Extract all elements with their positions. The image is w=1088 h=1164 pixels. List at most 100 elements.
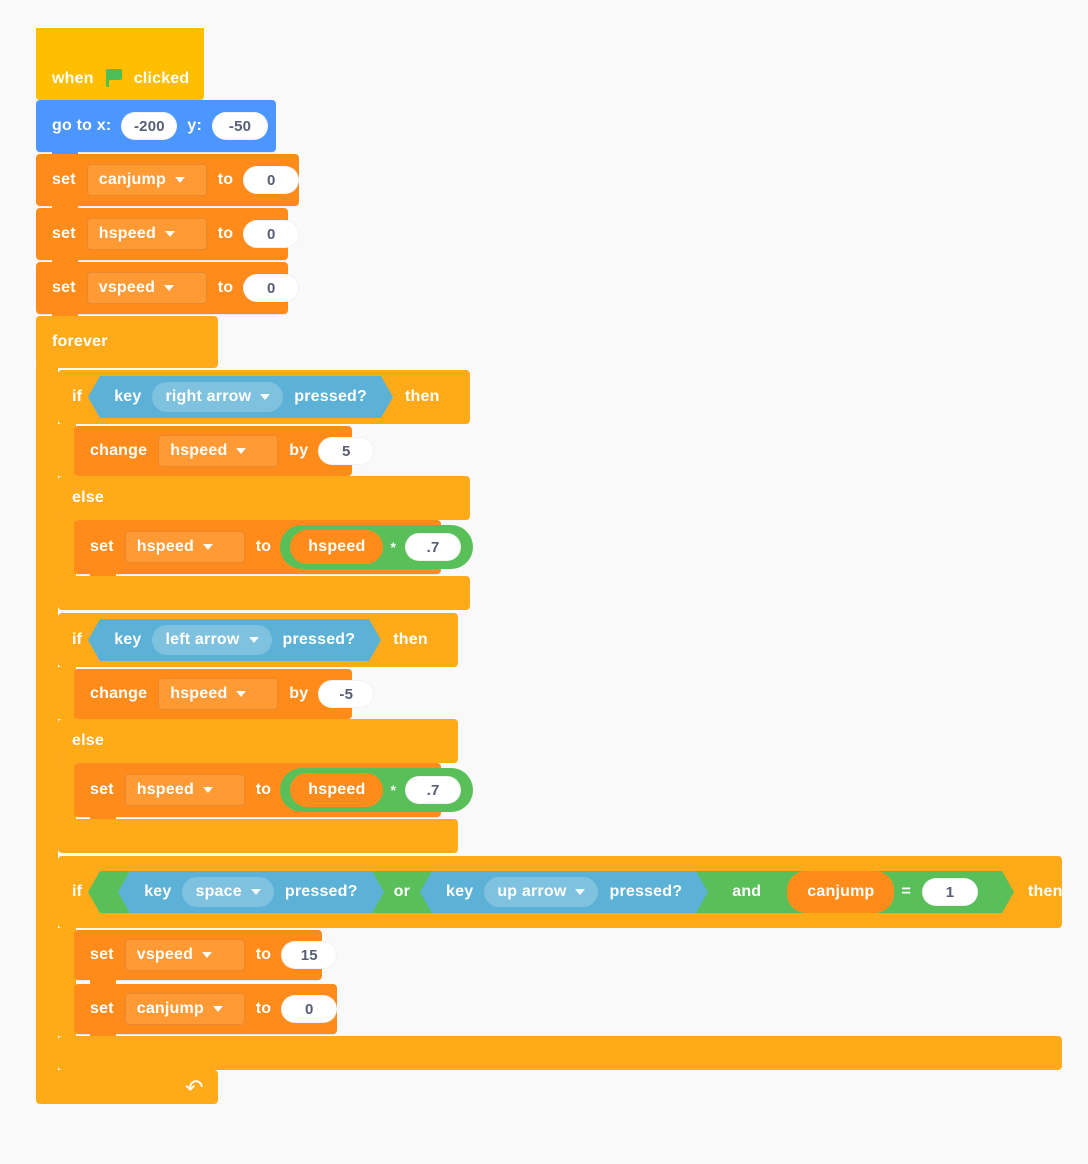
block-if-left-else-header[interactable] <box>58 719 458 763</box>
multiply-right-input[interactable]: .7 <box>405 776 462 804</box>
set-vspeed-value-input[interactable]: 0 <box>243 274 300 302</box>
block-set-vspeed-15[interactable]: set vspeed to 15 <box>74 930 338 988</box>
go-to-y-input[interactable]: -50 <box>212 112 269 140</box>
block-set-canjump-init[interactable]: set canjump to 0 <box>36 154 300 214</box>
else-label: else <box>72 489 104 506</box>
go-to-x-input[interactable]: -200 <box>121 112 178 140</box>
else-right-label-row: else <box>58 476 110 520</box>
variable-dropdown-hspeed[interactable]: hspeed <box>86 218 207 250</box>
scratch-script-canvas: when clicked go to x: -200 y: -50 set ca… <box>0 0 1088 1164</box>
block-set-canjump-0[interactable]: set canjump to 0 <box>74 984 338 1042</box>
to-label: to <box>255 781 272 798</box>
if-label: if <box>72 631 83 648</box>
else-label: else <box>72 732 104 749</box>
set-label: set <box>90 1000 114 1017</box>
variable-name: hspeed <box>136 538 194 555</box>
or-label: or <box>393 883 411 900</box>
chevron-down-icon <box>236 691 247 697</box>
block-go-to-xy[interactable]: go to x: -200 y: -50 <box>36 100 276 160</box>
set-vspeed-value-input[interactable]: 15 <box>281 941 338 969</box>
block-if-right-else-header[interactable] <box>58 476 470 520</box>
variable-reporter-hspeed[interactable]: hspeed <box>288 771 386 809</box>
set-canjump-value-input[interactable]: 0 <box>243 166 300 194</box>
equals-sign: = <box>901 883 912 900</box>
forever-label-row: forever <box>36 316 218 368</box>
set-label: set <box>52 171 76 188</box>
block-key-space-pressed[interactable]: key space pressed? <box>118 871 383 913</box>
then-label: then <box>405 388 440 405</box>
pressed-label: pressed? <box>609 883 683 900</box>
block-or-operator[interactable]: key space pressed? or key up arrow press… <box>104 871 722 913</box>
block-multiply-operator[interactable]: hspeed * .7 <box>280 768 474 812</box>
variable-name: vspeed <box>98 279 156 296</box>
set-label: set <box>90 538 114 555</box>
to-label: to <box>217 225 234 242</box>
variable-name: hspeed <box>170 685 228 702</box>
variable-name: vspeed <box>136 946 194 963</box>
block-equals-operator[interactable]: canjump = 1 <box>771 871 998 913</box>
variable-dropdown-hspeed[interactable]: hspeed <box>124 774 245 806</box>
variable-dropdown-hspeed[interactable]: hspeed <box>158 435 279 467</box>
set-hspeed-value-input[interactable]: 0 <box>243 220 300 248</box>
chevron-down-icon <box>212 1006 223 1012</box>
block-set-hspeed-init[interactable]: set hspeed to 0 <box>36 208 300 268</box>
block-set-vspeed-init[interactable]: set vspeed to 0 <box>36 262 300 322</box>
block-if-right-footer <box>58 576 470 610</box>
key-option-dropdown[interactable]: right arrow <box>152 382 284 412</box>
variable-name: hspeed <box>136 781 194 798</box>
chevron-down-icon <box>248 637 259 643</box>
block-when-flag-clicked[interactable]: when clicked <box>36 28 204 100</box>
block-if-left-footer <box>58 819 458 853</box>
key-option-dropdown[interactable]: space <box>182 877 274 907</box>
variable-reporter-hspeed[interactable]: hspeed <box>288 528 386 566</box>
equals-right-input[interactable]: 1 <box>922 878 979 906</box>
key-option-dropdown[interactable]: up arrow <box>484 877 599 907</box>
key-option-value: right arrow <box>165 388 252 405</box>
block-change-hspeed-by-5[interactable]: change hspeed by 5 <box>74 426 375 484</box>
variable-dropdown-hspeed[interactable]: hspeed <box>124 531 245 563</box>
variable-dropdown-vspeed[interactable]: vspeed <box>124 939 245 971</box>
multiply-right-input[interactable]: .7 <box>405 533 462 561</box>
when-label: when <box>52 70 94 87</box>
variable-dropdown-canjump[interactable]: canjump <box>86 164 207 196</box>
change-hspeed-value-input[interactable]: -5 <box>318 680 375 708</box>
variable-name: canjump <box>136 1000 204 1017</box>
if-right-condition-row: if key right arrow pressed? then <box>58 370 446 424</box>
block-key-up-arrow-pressed[interactable]: key up arrow pressed? <box>420 871 708 913</box>
variable-reporter-canjump[interactable]: canjump <box>787 871 895 913</box>
if-label: if <box>72 883 83 900</box>
and-label: and <box>732 883 762 900</box>
else-left-label-row: else <box>58 719 110 763</box>
key-option-dropdown[interactable]: left arrow <box>152 625 272 655</box>
set-canjump-value-input[interactable]: 0 <box>281 995 338 1023</box>
change-hspeed-value-input[interactable]: 5 <box>318 437 375 465</box>
forever-label: forever <box>52 333 108 350</box>
block-change-hspeed-by-minus5[interactable]: change hspeed by -5 <box>74 669 375 727</box>
key-option-value: left arrow <box>165 631 240 648</box>
loop-arrow-icon: ↷ <box>185 1075 204 1100</box>
block-multiply-operator[interactable]: hspeed * .7 <box>280 525 474 569</box>
variable-dropdown-hspeed[interactable]: hspeed <box>158 678 279 710</box>
chevron-down-icon <box>202 787 213 793</box>
block-and-operator[interactable]: key space pressed? or key up arrow press… <box>88 871 1014 913</box>
key-label: key <box>114 631 142 648</box>
chevron-down-icon <box>250 889 261 895</box>
set-label: set <box>52 225 76 242</box>
to-label: to <box>255 538 272 555</box>
variable-dropdown-vspeed[interactable]: vspeed <box>86 272 207 304</box>
block-if-jump-footer <box>58 1036 1062 1070</box>
set-label: set <box>52 279 76 296</box>
chevron-down-icon <box>260 394 271 400</box>
variable-dropdown-canjump[interactable]: canjump <box>124 993 245 1025</box>
block-set-hspeed-decay-left[interactable]: set hspeed to hspeed * .7 <box>74 763 474 825</box>
block-set-hspeed-decay-right[interactable]: set hspeed to hspeed * .7 <box>74 520 474 582</box>
variable-name: hspeed <box>98 225 156 242</box>
to-label: to <box>217 279 234 296</box>
key-label: key <box>144 883 172 900</box>
pressed-label: pressed? <box>282 631 356 648</box>
block-key-left-arrow-pressed[interactable]: key left arrow pressed? <box>88 619 381 661</box>
change-label: change <box>90 442 148 459</box>
block-key-right-arrow-pressed[interactable]: key right arrow pressed? <box>88 376 393 418</box>
pressed-label: pressed? <box>284 883 358 900</box>
pressed-label: pressed? <box>294 388 367 405</box>
